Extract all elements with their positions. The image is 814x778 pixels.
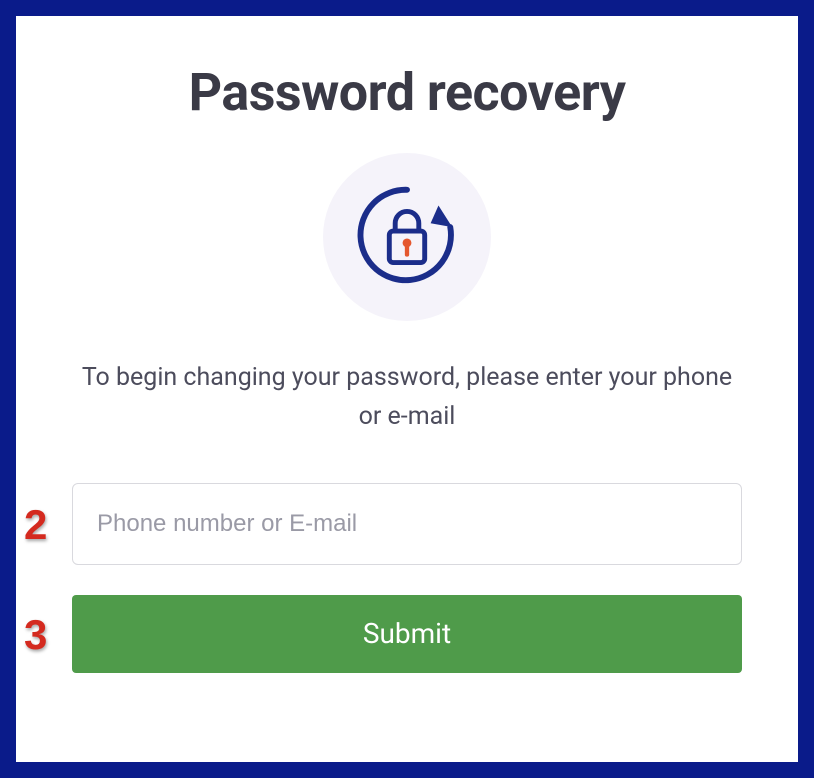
- submit-row: 3 Submit: [72, 595, 742, 673]
- annotation-marker-2: 2: [24, 501, 47, 549]
- input-row: 2: [72, 483, 742, 565]
- annotation-marker-3: 3: [24, 611, 47, 659]
- phone-or-email-input[interactable]: [72, 483, 742, 565]
- password-recovery-panel: Password recovery To begin changing your…: [16, 16, 798, 762]
- page-title: Password recovery: [72, 62, 742, 123]
- instructions-text: To begin changing your password, please …: [72, 359, 742, 437]
- icon-circle: [323, 153, 491, 321]
- submit-button[interactable]: Submit: [72, 595, 742, 673]
- password-reset-lock-icon: [348, 176, 466, 298]
